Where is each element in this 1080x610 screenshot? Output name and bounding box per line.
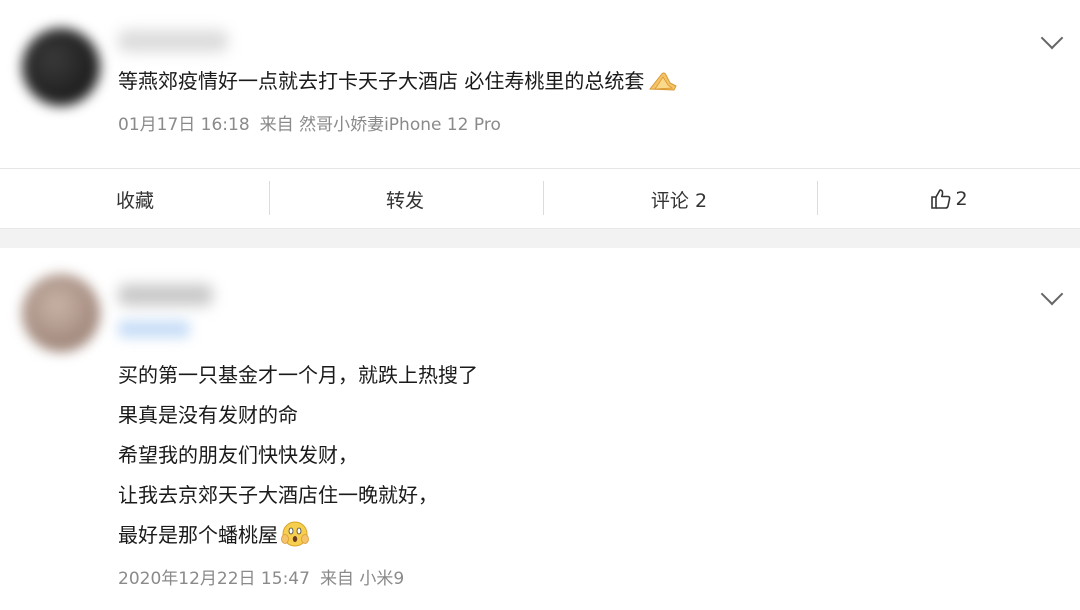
username-blurred[interactable] bbox=[118, 284, 213, 306]
post-card: 买的第一只基金才一个月，就跌上热搜了 果真是没有发财的命 希望我的朋友们快快发财… bbox=[0, 248, 1080, 610]
avatar[interactable] bbox=[22, 28, 100, 106]
content-line: 等燕郊疫情好一点就去打卡天子大酒店 必住寿桃里的总统套 bbox=[118, 61, 678, 101]
favorite-button[interactable]: 收藏 bbox=[0, 169, 270, 229]
user-badge-blurred bbox=[118, 320, 190, 338]
screaming-face-emoji-icon bbox=[281, 521, 309, 547]
content-line: 果真是没有发财的命 bbox=[118, 403, 298, 427]
post-content: 等燕郊疫情好一点就去打卡天子大酒店 必住寿桃里的总统套 bbox=[118, 61, 678, 101]
comment-button[interactable]: 评论 2 bbox=[544, 169, 814, 229]
post-separator bbox=[0, 228, 1080, 249]
content-line: 让我去京郊天子大酒店住一晚就好， bbox=[118, 483, 438, 507]
content-line: 最好是那个蟠桃屋 bbox=[118, 515, 478, 555]
content-line: 买的第一只基金才一个月，就跌上热搜了 bbox=[118, 363, 478, 387]
content-line: 希望我的朋友们快快发财， bbox=[118, 443, 358, 467]
post-meta: 2020年12月22日 15:47 来自 小米9 bbox=[118, 564, 414, 589]
like-button[interactable]: 2 bbox=[818, 169, 1080, 229]
post-meta: 01月17日 16:18 来自 然哥小娇妻iPhone 12 Pro bbox=[118, 110, 511, 135]
avatar[interactable] bbox=[22, 274, 100, 352]
folded-hands-emoji-icon bbox=[649, 72, 678, 91]
post-card: 等燕郊疫情好一点就去打卡天子大酒店 必住寿桃里的总统套 01月17日 16:18… bbox=[0, 0, 1080, 168]
post-date: 01月17日 16:18 bbox=[118, 115, 250, 135]
feed: 等燕郊疫情好一点就去打卡天子大酒店 必住寿桃里的总统套 01月17日 16:18… bbox=[0, 0, 1080, 610]
like-count: 2 bbox=[955, 188, 968, 210]
post-source[interactable]: 来自 小米9 bbox=[320, 569, 404, 589]
post-action-bar: 收藏 转发 评论 2 2 bbox=[0, 168, 1080, 229]
favorite-label: 收藏 bbox=[115, 189, 154, 212]
thumbs-up-icon bbox=[931, 189, 951, 209]
username-blurred[interactable] bbox=[118, 30, 228, 52]
post-content: 买的第一只基金才一个月，就跌上热搜了 果真是没有发财的命 希望我的朋友们快快发财… bbox=[118, 355, 478, 555]
repost-button[interactable]: 转发 bbox=[270, 169, 540, 229]
post-source[interactable]: 来自 然哥小娇妻iPhone 12 Pro bbox=[260, 115, 501, 135]
comment-label: 评论 2 bbox=[650, 189, 708, 212]
post-date: 2020年12月22日 15:47 bbox=[118, 569, 310, 589]
chevron-down-icon[interactable] bbox=[1040, 26, 1064, 50]
chevron-down-icon[interactable] bbox=[1040, 282, 1064, 306]
repost-label: 转发 bbox=[385, 189, 424, 212]
